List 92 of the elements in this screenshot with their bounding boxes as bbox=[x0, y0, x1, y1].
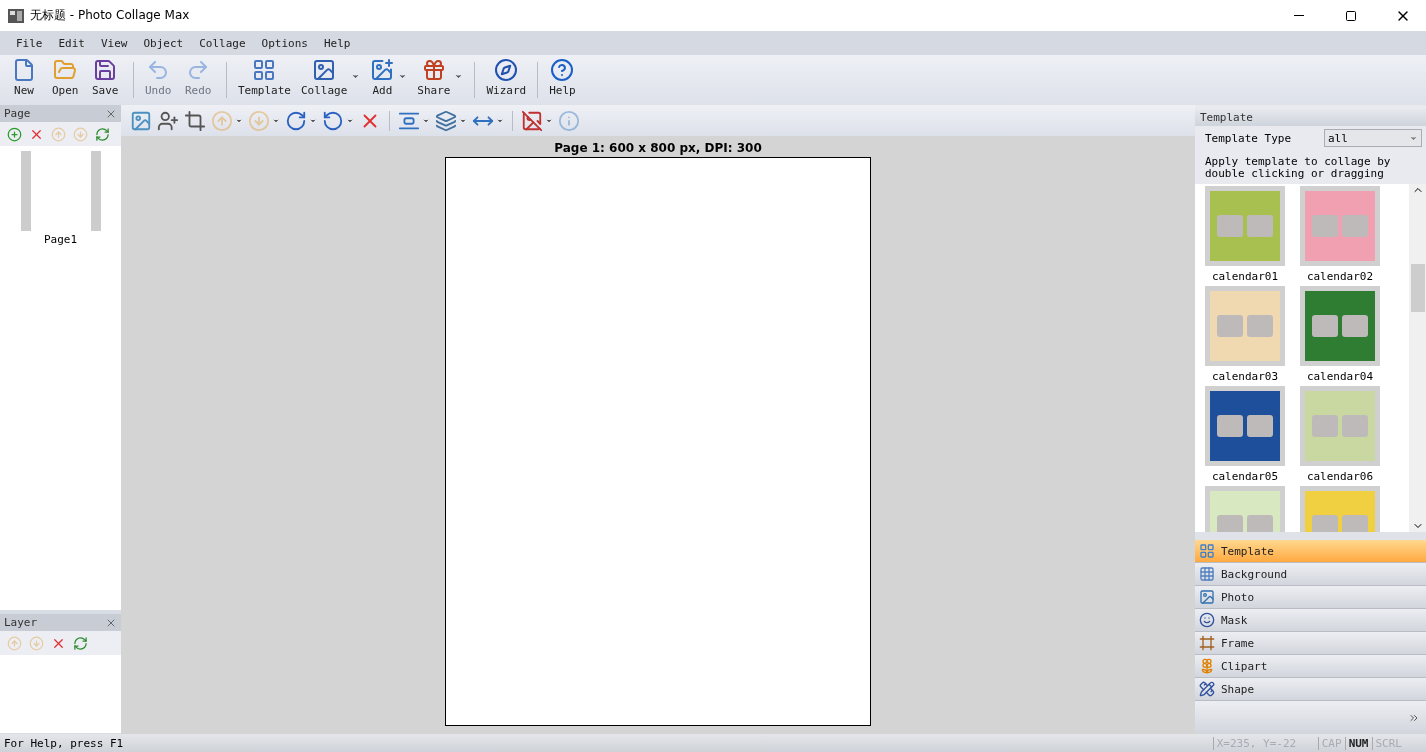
toolbar-button[interactable]: Wizard bbox=[482, 58, 531, 97]
menu-item[interactable]: Edit bbox=[52, 36, 91, 50]
menu-item[interactable]: View bbox=[95, 36, 134, 50]
swap-icon bbox=[95, 126, 110, 142]
toolbar-button[interactable]: Save bbox=[88, 58, 126, 97]
toolbar-label: Add bbox=[372, 84, 393, 97]
nav-item[interactable]: Template bbox=[1195, 540, 1426, 563]
picture-icon bbox=[130, 109, 152, 132]
template-thumbnail[interactable] bbox=[1300, 186, 1380, 266]
menu-item[interactable]: Collage bbox=[193, 36, 252, 50]
grid-icon bbox=[252, 58, 277, 82]
ruler-pencil-icon bbox=[1199, 681, 1215, 697]
nav-item[interactable]: Shape bbox=[1195, 678, 1426, 701]
page-caption: Page 1: 600 x 800 px, DPI: 300 bbox=[553, 140, 763, 157]
nav-item[interactable]: Frame bbox=[1195, 632, 1426, 655]
add-picture-icon bbox=[370, 58, 395, 82]
toolbar-button[interactable]: Help bbox=[545, 58, 584, 97]
toolbar-label: New bbox=[14, 84, 34, 97]
app-icon bbox=[8, 8, 24, 23]
caret-icon bbox=[454, 72, 464, 81]
toolbar-button[interactable]: Collage bbox=[297, 58, 365, 97]
template-name: calendar02 bbox=[1306, 270, 1374, 283]
nav-item[interactable]: Background bbox=[1195, 563, 1426, 586]
window-title: 无标题 - Photo Collage Max bbox=[30, 7, 191, 24]
page-label: Page1 bbox=[43, 233, 78, 246]
minimize-icon bbox=[1294, 15, 1304, 16]
toolbar-button[interactable]: Add bbox=[366, 58, 412, 97]
caret-icon bbox=[398, 72, 408, 81]
swap-icon bbox=[73, 635, 88, 651]
template-type-label: Template Type bbox=[1205, 131, 1292, 145]
frame-icon bbox=[1199, 635, 1215, 651]
toolbar-label: Collage bbox=[301, 84, 348, 97]
toolbar-label: Wizard bbox=[486, 84, 527, 97]
menu-item[interactable]: Options bbox=[255, 36, 314, 50]
scrollbar[interactable] bbox=[1409, 184, 1426, 532]
template-thumbnail[interactable] bbox=[1300, 286, 1380, 366]
toolbar-label: Share bbox=[417, 84, 451, 97]
menu-item[interactable]: Object bbox=[137, 36, 190, 50]
folder-icon bbox=[53, 58, 78, 82]
template-name: calendar01 bbox=[1211, 270, 1279, 283]
toolbar-label: Undo bbox=[145, 84, 172, 97]
flower-icon bbox=[1199, 658, 1215, 674]
pattern-icon bbox=[1199, 566, 1215, 582]
toolbar-button[interactable]: Share bbox=[413, 58, 468, 97]
help-icon bbox=[550, 58, 575, 82]
template-name: calendar04 bbox=[1306, 370, 1374, 383]
rotate-right-icon bbox=[285, 109, 307, 132]
add-person-icon bbox=[157, 109, 179, 132]
face-icon bbox=[1199, 612, 1215, 628]
status-text: For Help, press F1 bbox=[3, 736, 125, 750]
template-type-dropdown[interactable]: all bbox=[1324, 129, 1422, 147]
template-thumbnail[interactable] bbox=[1300, 386, 1380, 466]
toolbar-label: Help bbox=[549, 84, 576, 97]
gift-icon bbox=[421, 58, 446, 82]
menu-item[interactable]: File bbox=[10, 36, 49, 50]
panel-title: Template bbox=[1200, 111, 1253, 124]
caret-icon bbox=[351, 72, 361, 81]
scroll-thumb[interactable] bbox=[1410, 264, 1425, 312]
toolbar-label: Redo bbox=[185, 84, 212, 97]
template-name: calendar03 bbox=[1211, 370, 1279, 383]
maximize-icon bbox=[1345, 9, 1357, 22]
crop-icon bbox=[184, 109, 206, 132]
picture-icon bbox=[312, 58, 337, 82]
template-hint: Apply template to collage by double clicking or dragging bbox=[1205, 156, 1392, 180]
toolbar-button[interactable]: Open bbox=[48, 58, 86, 97]
compass-icon bbox=[494, 58, 519, 82]
template-name: calendar06 bbox=[1306, 470, 1374, 483]
template-thumbnail[interactable] bbox=[1205, 386, 1285, 466]
key-indicator: NUM bbox=[1344, 736, 1372, 750]
layers-icon bbox=[435, 109, 457, 132]
new-file-icon bbox=[12, 58, 36, 82]
grid-icon bbox=[1199, 543, 1215, 559]
toolbar-button[interactable]: Template bbox=[234, 58, 295, 97]
panel-title: Page bbox=[4, 107, 31, 120]
info-icon bbox=[558, 109, 580, 132]
toolbar-label: Save bbox=[92, 84, 119, 97]
toolbar-button[interactable]: New bbox=[8, 58, 46, 97]
page-thumbnail[interactable]: Page1 bbox=[6, 148, 115, 249]
toolbar-label: Open bbox=[52, 84, 79, 97]
toolbar-label: Template bbox=[238, 84, 291, 97]
menu-item[interactable]: Help bbox=[317, 36, 357, 50]
nav-item[interactable]: Clipart bbox=[1195, 655, 1426, 678]
template-name: calendar05 bbox=[1211, 470, 1279, 483]
nav-item[interactable]: Mask bbox=[1195, 609, 1426, 632]
picture-icon bbox=[1199, 589, 1215, 605]
remove-picture-icon bbox=[521, 109, 543, 132]
rotate-left-icon bbox=[322, 109, 344, 132]
panel-title: Layer bbox=[4, 616, 38, 629]
add-icon bbox=[7, 126, 22, 142]
template-thumbnail[interactable] bbox=[1205, 186, 1285, 266]
nav-item[interactable]: Photo bbox=[1195, 586, 1426, 609]
template-thumbnail[interactable] bbox=[1205, 286, 1285, 366]
